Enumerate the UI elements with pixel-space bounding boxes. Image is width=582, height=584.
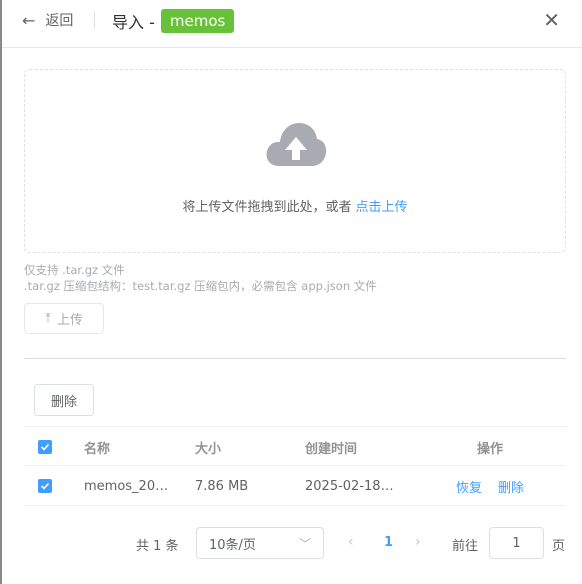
pagination: 共 1 条 10条/页 ﹀ ‹ 1 › 前往 页: [2, 527, 582, 559]
row-name: memos_20…: [84, 478, 169, 494]
next-page-button[interactable]: ›: [415, 534, 421, 550]
drop-text: 将上传文件拖拽到此处，或者: [182, 200, 352, 215]
select-all-checkbox[interactable]: [38, 440, 52, 454]
arrow-left-icon: ←: [22, 10, 36, 30]
close-icon[interactable]: ✕: [543, 10, 560, 30]
goto-label: 前往: [452, 539, 479, 554]
backup-table: 名称 大小 创建时间 操作 memos_20… 7.86 MB 2025-02-…: [24, 426, 566, 506]
check-icon: [40, 443, 50, 451]
total-count: 共 1 条: [136, 539, 179, 554]
prev-page-button[interactable]: ‹: [348, 534, 354, 550]
header-divider: [94, 12, 95, 28]
select-all-cell: [38, 427, 54, 467]
table-header: 名称 大小 创建时间 操作: [24, 426, 566, 466]
table-row: memos_20… 7.86 MB 2025-02-18 … 恢复 删除: [24, 466, 566, 506]
goto-page-input[interactable]: [489, 527, 544, 559]
page-1[interactable]: 1: [384, 535, 393, 550]
row-created-cell: 2025-02-18 …: [305, 466, 405, 506]
upload-dropzone[interactable]: 将上传文件拖拽到此处，或者 点击上传: [24, 69, 566, 253]
app-tag: memos: [160, 9, 235, 33]
batch-delete-button[interactable]: 删除: [34, 384, 94, 416]
row-actions: 恢复 删除: [444, 466, 536, 506]
section-divider: [24, 358, 566, 359]
page-size-value: 10条/页: [209, 537, 256, 553]
upload-tip-format: 仅支持 .tar.gz 文件: [24, 263, 125, 277]
row-delete-link[interactable]: 删除: [498, 477, 524, 496]
chevron-down-icon: ﹀: [298, 537, 311, 551]
upload-button-label: 上传: [56, 313, 83, 328]
dialog-title: 导入 - memos: [112, 9, 235, 33]
cloud-upload-icon: [266, 123, 327, 166]
row-size: 7.86 MB: [195, 478, 249, 494]
back-button[interactable]: ← 返回: [22, 10, 73, 30]
row-created: 2025-02-18 …: [305, 478, 397, 494]
column-size: 大小: [195, 441, 222, 457]
upload-tip-structure: .tar.gz 压缩包结构：test.tar.gz 压缩包内，必需包含 app.…: [24, 279, 377, 293]
row-check-cell: [38, 466, 54, 506]
drop-instructions: 将上传文件拖拽到此处，或者 点击上传: [25, 196, 565, 215]
click-upload-link[interactable]: 点击上传: [356, 200, 408, 215]
column-created: 创建时间: [305, 441, 358, 457]
title-prefix: 导入 -: [112, 13, 155, 32]
back-label: 返回: [45, 13, 74, 29]
row-checkbox[interactable]: [38, 479, 52, 493]
row-name-cell: memos_20…: [84, 466, 184, 506]
page-size-select[interactable]: 10条/页 ﹀: [196, 527, 324, 559]
dialog-header: ← 返回 导入 - memos ✕: [2, 0, 582, 42]
header-separator: [2, 47, 582, 48]
upload-button[interactable]: ⤒ 上传: [24, 303, 104, 334]
column-name: 名称: [84, 441, 111, 457]
restore-link[interactable]: 恢复: [456, 477, 482, 496]
goto-suffix: 页: [552, 539, 566, 554]
column-actions: 操作: [476, 441, 503, 457]
import-dialog: ← 返回 导入 - memos ✕ 将上传文件拖拽到此处，或者 点击上传 仅支持 …: [0, 0, 582, 584]
check-icon: [40, 482, 50, 490]
upload-arrow-icon: ⤒: [45, 311, 51, 326]
